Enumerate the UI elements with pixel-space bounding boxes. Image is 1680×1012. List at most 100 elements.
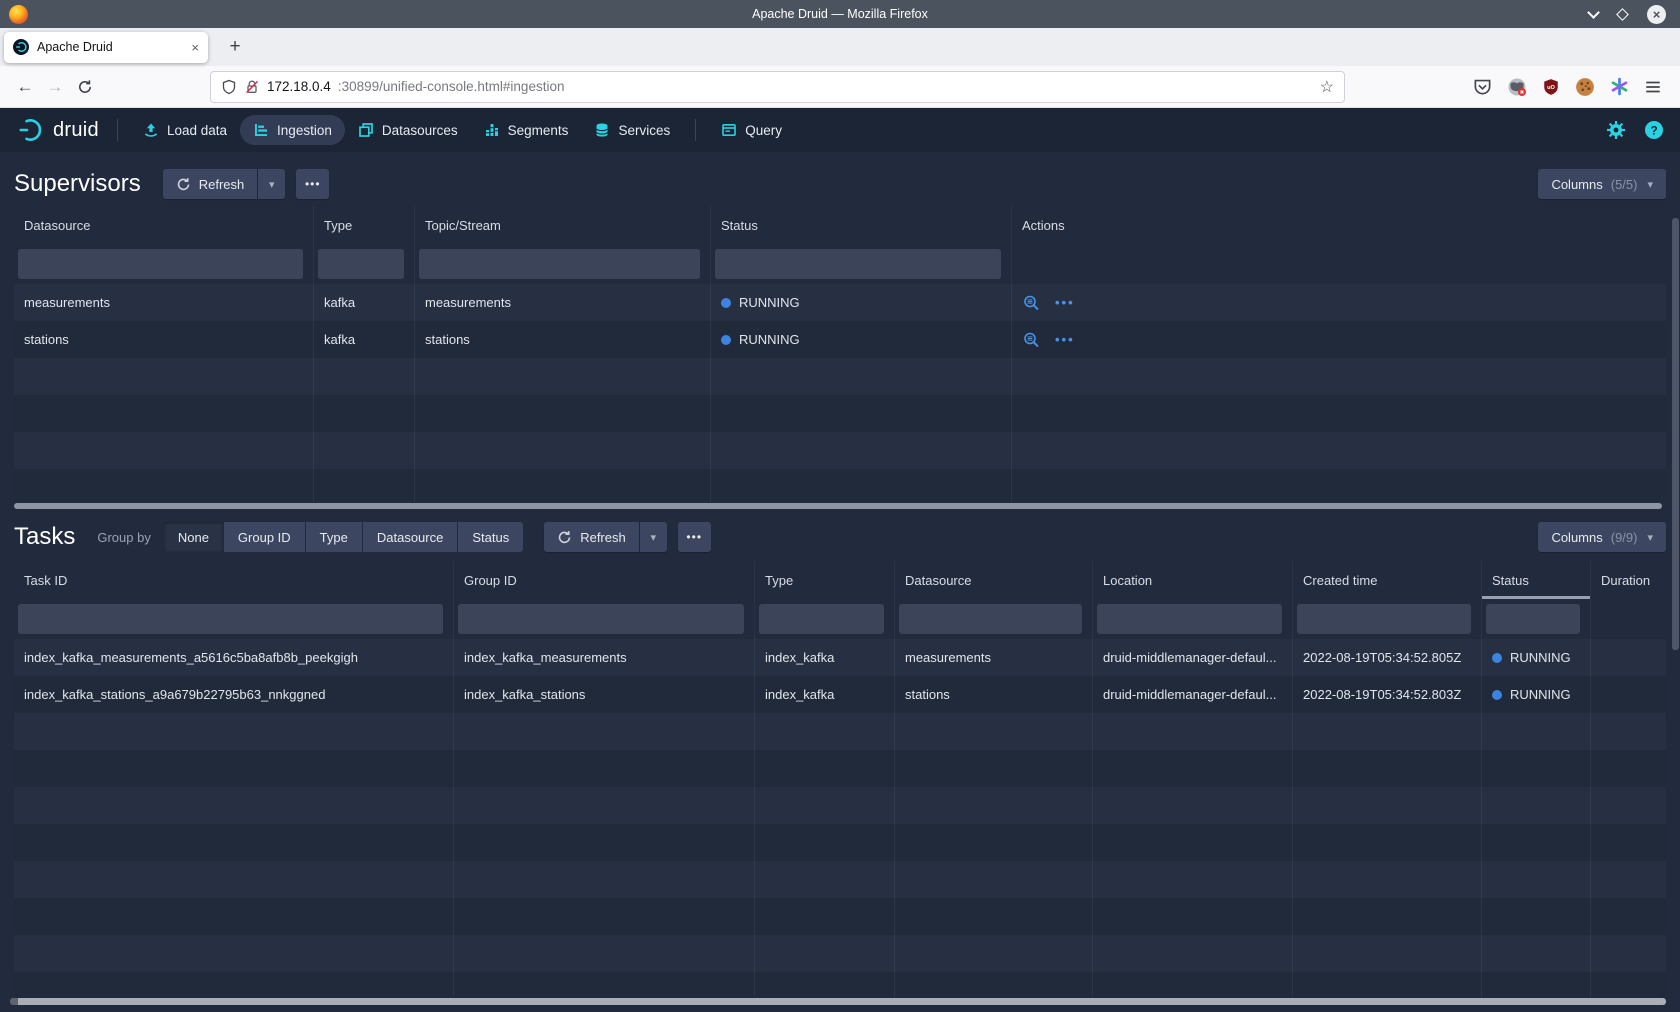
tasks-columns-button[interactable]: Columns (9/9) ▾ [1538, 522, 1666, 552]
filter-topic-input[interactable] [419, 249, 700, 279]
supervisors-rows: measurements kafka measurements RUNNING … [14, 284, 1666, 502]
column-header-location[interactable]: Location [1093, 561, 1293, 599]
gear-icon[interactable] [1606, 120, 1626, 140]
supervisors-header-row: Datasource Type Topic/Stream Status Acti… [14, 206, 1666, 244]
new-tab-button[interactable]: + [220, 32, 250, 62]
filter-datasource-input[interactable] [899, 604, 1082, 634]
column-header-topic-stream[interactable]: Topic/Stream [415, 206, 711, 244]
filter-type-input[interactable] [759, 604, 884, 634]
filter-created-time-input[interactable] [1297, 604, 1471, 634]
tasks-rows: index_kafka_measurements_a5616c5ba8afb8b… [14, 639, 1666, 997]
cell-datasource: stations [895, 676, 1093, 713]
tasks-refresh-button[interactable]: Refresh [544, 522, 639, 552]
browser-tab[interactable]: Apache Druid × [4, 32, 208, 63]
magnifier-details-icon[interactable] [1022, 331, 1040, 349]
horizontal-scrollbar[interactable] [10, 998, 1666, 1005]
supervisors-columns-button[interactable]: Columns (5/5) ▾ [1538, 169, 1666, 199]
column-header-type[interactable]: Type [314, 206, 415, 244]
nav-item-services[interactable]: Services [581, 115, 683, 145]
bookmark-star-icon[interactable]: ☆ [1320, 77, 1334, 97]
filter-status-input[interactable] [1486, 604, 1580, 634]
filter-group-id-input[interactable] [458, 604, 744, 634]
nav-item-segments[interactable]: Segments [471, 115, 582, 145]
group-by-status-button[interactable]: Status [458, 522, 523, 552]
filter-task-id-input[interactable] [18, 604, 443, 634]
console-icon [721, 122, 737, 138]
refresh-label: Refresh [199, 177, 245, 192]
filter-type-input[interactable] [318, 249, 404, 279]
table-row[interactable]: index_kafka_stations_a9a679b22795b63_nnk… [14, 676, 1666, 713]
nav-item-query[interactable]: Query [708, 115, 795, 145]
column-header-status[interactable]: Status [711, 206, 1012, 244]
vertical-scrollbar[interactable] [1672, 218, 1679, 650]
tracking-shield-icon[interactable] [221, 79, 237, 95]
druid-navbar: druid Load data Ingestion Datasources Se… [0, 108, 1680, 152]
tasks-refresh-caret-button[interactable]: ▾ [640, 522, 667, 552]
druid-brand[interactable]: druid [16, 115, 99, 145]
gantt-chart-icon [253, 122, 269, 138]
insecure-lock-icon[interactable] [244, 79, 260, 95]
empty-row [14, 358, 1666, 395]
cell-group-id: index_kafka_measurements [454, 639, 755, 676]
filter-datasource-input[interactable] [18, 249, 303, 279]
row-more-icon[interactable]: ••• [1055, 295, 1075, 310]
empty-row [14, 469, 1666, 502]
group-by-datasource-button[interactable]: Datasource [363, 522, 457, 552]
back-button[interactable]: ← [10, 72, 40, 102]
supervisors-more-button[interactable]: ••• [296, 169, 329, 199]
browser-toolbar: ← → 172.18.0.4:30899/unified-console.htm… [0, 66, 1680, 108]
table-row[interactable]: stations kafka stations RUNNING ••• [14, 321, 1666, 358]
cell-status: RUNNING [1482, 639, 1591, 676]
table-row[interactable]: index_kafka_measurements_a5616c5ba8afb8b… [14, 639, 1666, 676]
nav-item-label: Segments [508, 123, 569, 138]
group-by-type-button[interactable]: Type [306, 522, 362, 552]
column-header-created-time[interactable]: Created time [1293, 561, 1482, 599]
column-header-datasource[interactable]: Datasource [895, 561, 1093, 599]
supervisors-refresh-caret-button[interactable]: ▾ [258, 169, 285, 199]
url-bar[interactable]: 172.18.0.4:30899/unified-console.html#in… [210, 71, 1345, 103]
filter-status-input[interactable] [715, 249, 1001, 279]
help-icon[interactable]: ? [1644, 120, 1664, 140]
empty-row [14, 713, 1666, 750]
group-by-none-button[interactable]: None [164, 522, 223, 552]
empty-row [14, 935, 1666, 972]
nav-item-label: Load data [167, 123, 227, 138]
nav-item-load-data[interactable]: Load data [130, 115, 240, 145]
tab-close-icon[interactable]: × [191, 40, 199, 55]
forward-button[interactable]: → [40, 72, 70, 102]
table-row[interactable]: measurements kafka measurements RUNNING … [14, 284, 1666, 321]
stacked-bars-icon [484, 122, 500, 138]
group-by-group-id-button[interactable]: Group ID [224, 522, 305, 552]
row-more-icon[interactable]: ••• [1055, 332, 1075, 347]
filter-location-input[interactable] [1097, 604, 1282, 634]
column-header-group-id[interactable]: Group ID [454, 561, 755, 599]
empty-row [14, 861, 1666, 898]
cell-task-id: index_kafka_measurements_a5616c5ba8afb8b… [14, 639, 454, 676]
pocket-icon[interactable] [1473, 77, 1492, 96]
window-close-icon[interactable]: × [1647, 5, 1666, 24]
window-maximize-icon[interactable] [1616, 8, 1629, 21]
extension-mask-icon[interactable] [1507, 77, 1527, 97]
column-header-task-id[interactable]: Task ID [14, 561, 454, 599]
column-header-status-sorted[interactable]: Status [1482, 561, 1591, 599]
tab-title: Apache Druid [37, 40, 183, 54]
column-header-type[interactable]: Type [755, 561, 895, 599]
window-minimize-icon[interactable] [1587, 6, 1600, 19]
refresh-icon [176, 177, 191, 192]
supervisors-refresh-button[interactable]: Refresh [163, 169, 258, 199]
empty-row [14, 395, 1666, 432]
nav-item-datasources[interactable]: Datasources [345, 115, 471, 145]
colorful-asterisk-extension-icon[interactable] [1610, 77, 1629, 96]
ublock-shield-icon[interactable]: uO [1542, 78, 1560, 96]
database-icon [594, 122, 610, 138]
column-header-duration[interactable]: Duration [1591, 561, 1666, 599]
magnifier-details-icon[interactable] [1022, 294, 1040, 312]
hamburger-menu-icon[interactable] [1644, 78, 1662, 96]
horizontal-scrollbar[interactable] [14, 503, 1662, 509]
columns-count: (9/9) [1611, 530, 1638, 545]
nav-item-ingestion[interactable]: Ingestion [240, 115, 345, 145]
tasks-more-button[interactable]: ••• [678, 522, 711, 552]
cookie-icon[interactable] [1575, 77, 1595, 97]
reload-button[interactable] [70, 72, 100, 102]
column-header-datasource[interactable]: Datasource [14, 206, 314, 244]
